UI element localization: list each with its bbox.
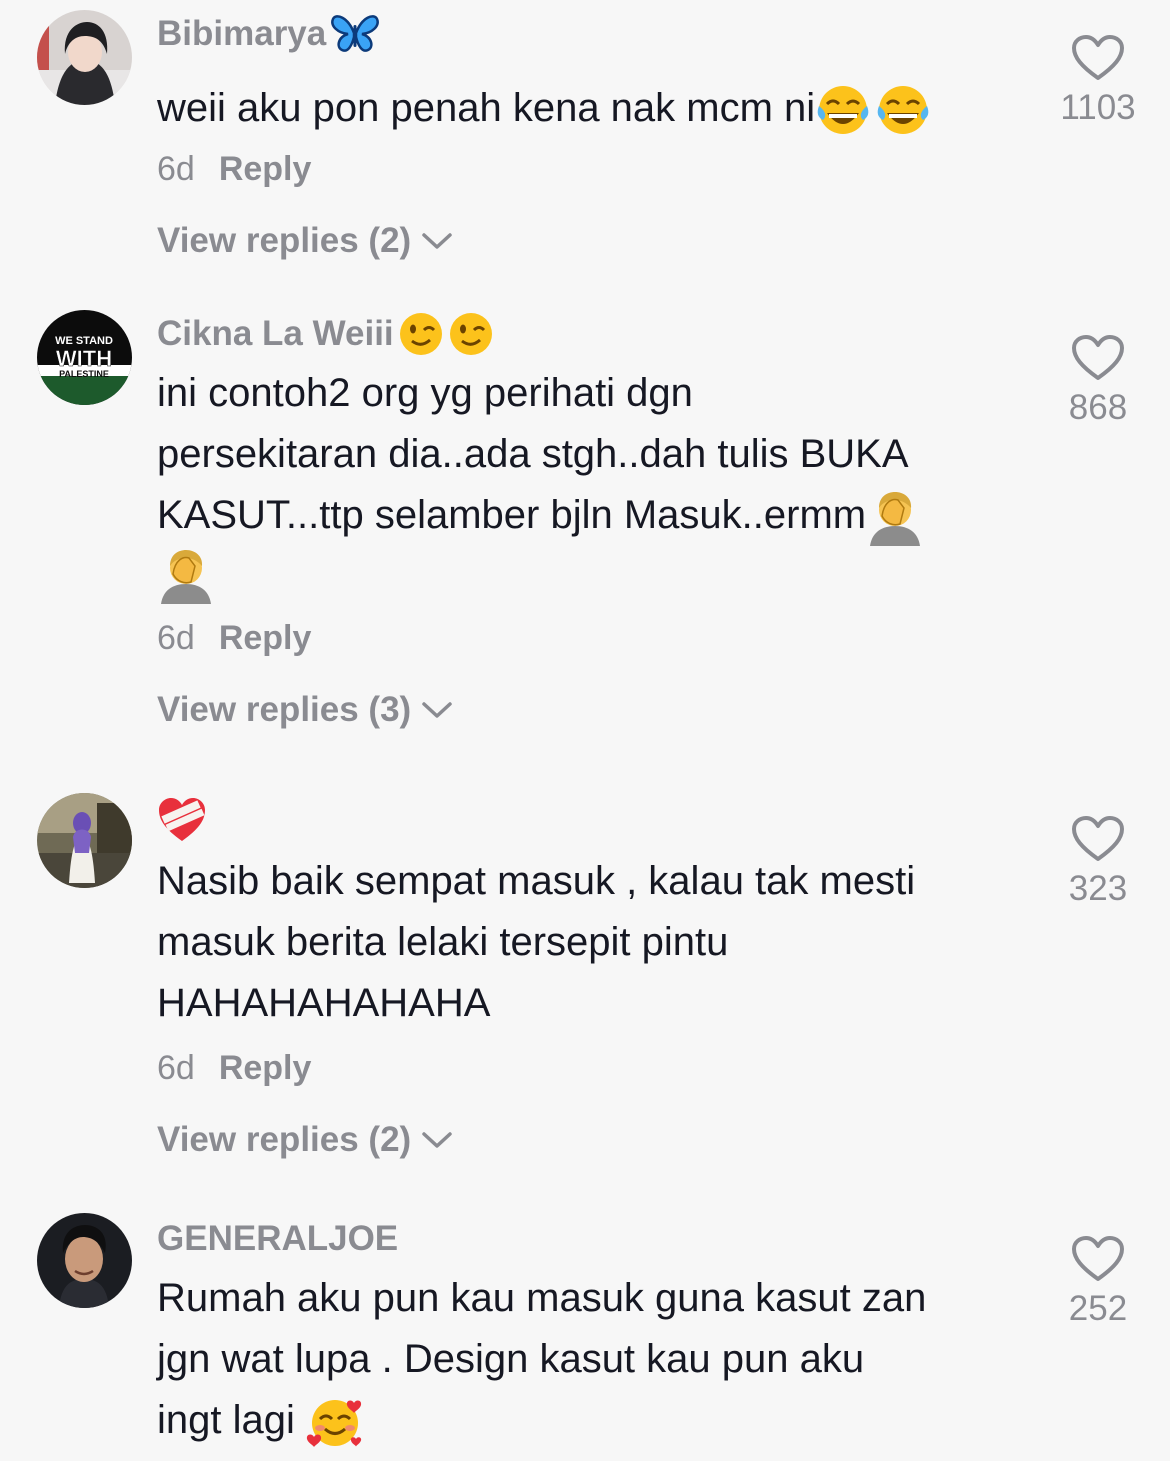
tears-of-joy-emoji xyxy=(877,86,929,135)
winking-face-emoji xyxy=(399,313,442,355)
like-button[interactable]: 323 xyxy=(1058,815,1138,909)
username-text[interactable]: Cikna La Weiii xyxy=(157,310,394,358)
comment-text-line: masuk berita lelaki tersepit pintu xyxy=(157,920,729,964)
like-count: 1103 xyxy=(1060,88,1136,127)
heart-icon xyxy=(1072,1236,1124,1281)
username-text[interactable]: GENERALJOE xyxy=(157,1215,398,1263)
comment-text: ini contoh2 org yg perihati dgn persekit… xyxy=(157,363,1007,605)
comment-age: 6d xyxy=(157,150,195,188)
mending-heart-emoji xyxy=(159,798,205,841)
comment-text-line: jgn wat lupa . Design kasut kau pun aku xyxy=(157,1337,865,1381)
view-replies-label: View replies (2) xyxy=(157,1120,412,1159)
facepalm-emoji xyxy=(161,550,211,605)
view-replies-button[interactable]: View replies (2) xyxy=(157,1116,1007,1164)
comment-text: Rumah aku pun kau masuk guna kasut zan j… xyxy=(157,1268,1007,1451)
comment-username[interactable]: GENERALJOE xyxy=(157,1215,1007,1263)
avatar[interactable] xyxy=(37,1213,132,1308)
comment-text: weii aku pon penah kena nak mcm ni xyxy=(157,78,1007,139)
comment-meta: 6d Reply xyxy=(157,145,1007,193)
reply-button[interactable]: Reply xyxy=(219,150,312,188)
avatar[interactable]: WE STAND WITH PALESTINE xyxy=(37,310,132,405)
comment-text-line: KASUT...ttp selamber bjln Masuk..ermm xyxy=(157,493,867,537)
username-text[interactable]: Bibimarya xyxy=(157,10,326,58)
like-count: 323 xyxy=(1068,869,1128,908)
comment-text-line: Rumah aku pun kau masuk guna kasut zan xyxy=(157,1276,927,1320)
comment-username[interactable]: Bibimarya xyxy=(157,10,1007,58)
chevron-down-icon xyxy=(422,702,452,719)
avatar[interactable] xyxy=(37,10,132,105)
view-replies-button[interactable]: View replies (3) xyxy=(157,686,1007,734)
winking-face-emoji xyxy=(449,313,492,355)
comment-meta: 6d Reply xyxy=(157,614,1007,662)
like-count: 868 xyxy=(1068,388,1128,427)
heart-icon xyxy=(1072,816,1124,861)
comment-text-line: ingt lagi xyxy=(157,1398,295,1442)
view-replies-label: View replies (3) xyxy=(157,690,412,730)
comment-text-line: ini contoh2 org yg perihati dgn xyxy=(157,371,693,415)
comment-username[interactable]: Cikna La Weiii xyxy=(157,310,1007,358)
comment-text-line: persekitaran dia..ada stgh..dah tulis BU… xyxy=(157,432,909,476)
comment-text-line-with-emoji: ingt lagi xyxy=(157,1390,1007,1451)
heart-icon xyxy=(1072,35,1124,80)
like-button[interactable]: 1103 xyxy=(1058,34,1138,128)
chevron-down-icon xyxy=(422,1132,452,1148)
like-button[interactable]: 868 xyxy=(1058,334,1138,428)
comment-meta: 6d Reply xyxy=(157,1044,1007,1092)
comment-text-line: HAHAHAHAHAHA xyxy=(157,981,491,1025)
smiling-face-with-hearts-emoji xyxy=(306,1400,362,1448)
reply-button[interactable]: Reply xyxy=(219,619,312,657)
view-replies-label: View replies (2) xyxy=(157,221,412,260)
comment-text-line: weii aku pon penah kena nak mcm ni xyxy=(157,86,816,130)
comment-age: 6d xyxy=(157,1049,195,1087)
like-count: 252 xyxy=(1068,1289,1128,1328)
comment-username[interactable] xyxy=(157,793,1007,847)
butterfly-emoji xyxy=(331,15,380,52)
comment-text-line-with-emoji: KASUT...ttp selamber bjln Masuk..ermm xyxy=(157,485,1007,547)
facepalm-emoji xyxy=(870,492,921,547)
like-button[interactable]: 252 xyxy=(1058,1235,1138,1329)
chevron-down-icon xyxy=(422,233,452,249)
comment-text-line: Nasib baik sempat masuk , kalau tak mest… xyxy=(157,859,916,903)
view-replies-button[interactable]: View replies (2) xyxy=(157,217,1007,265)
heart-icon xyxy=(1072,335,1124,380)
reply-button[interactable]: Reply xyxy=(219,1049,312,1087)
tears-of-joy-emoji xyxy=(817,86,869,135)
comment-age: 6d xyxy=(157,619,195,658)
avatar[interactable] xyxy=(37,793,132,888)
comment-text-line-emoji-only xyxy=(157,546,1007,605)
avatar-line-3: PALESTINE xyxy=(59,369,109,379)
comment-text: Nasib baik sempat masuk , kalau tak mest… xyxy=(157,851,1007,1034)
avatar-line-2: WITH xyxy=(56,346,112,371)
